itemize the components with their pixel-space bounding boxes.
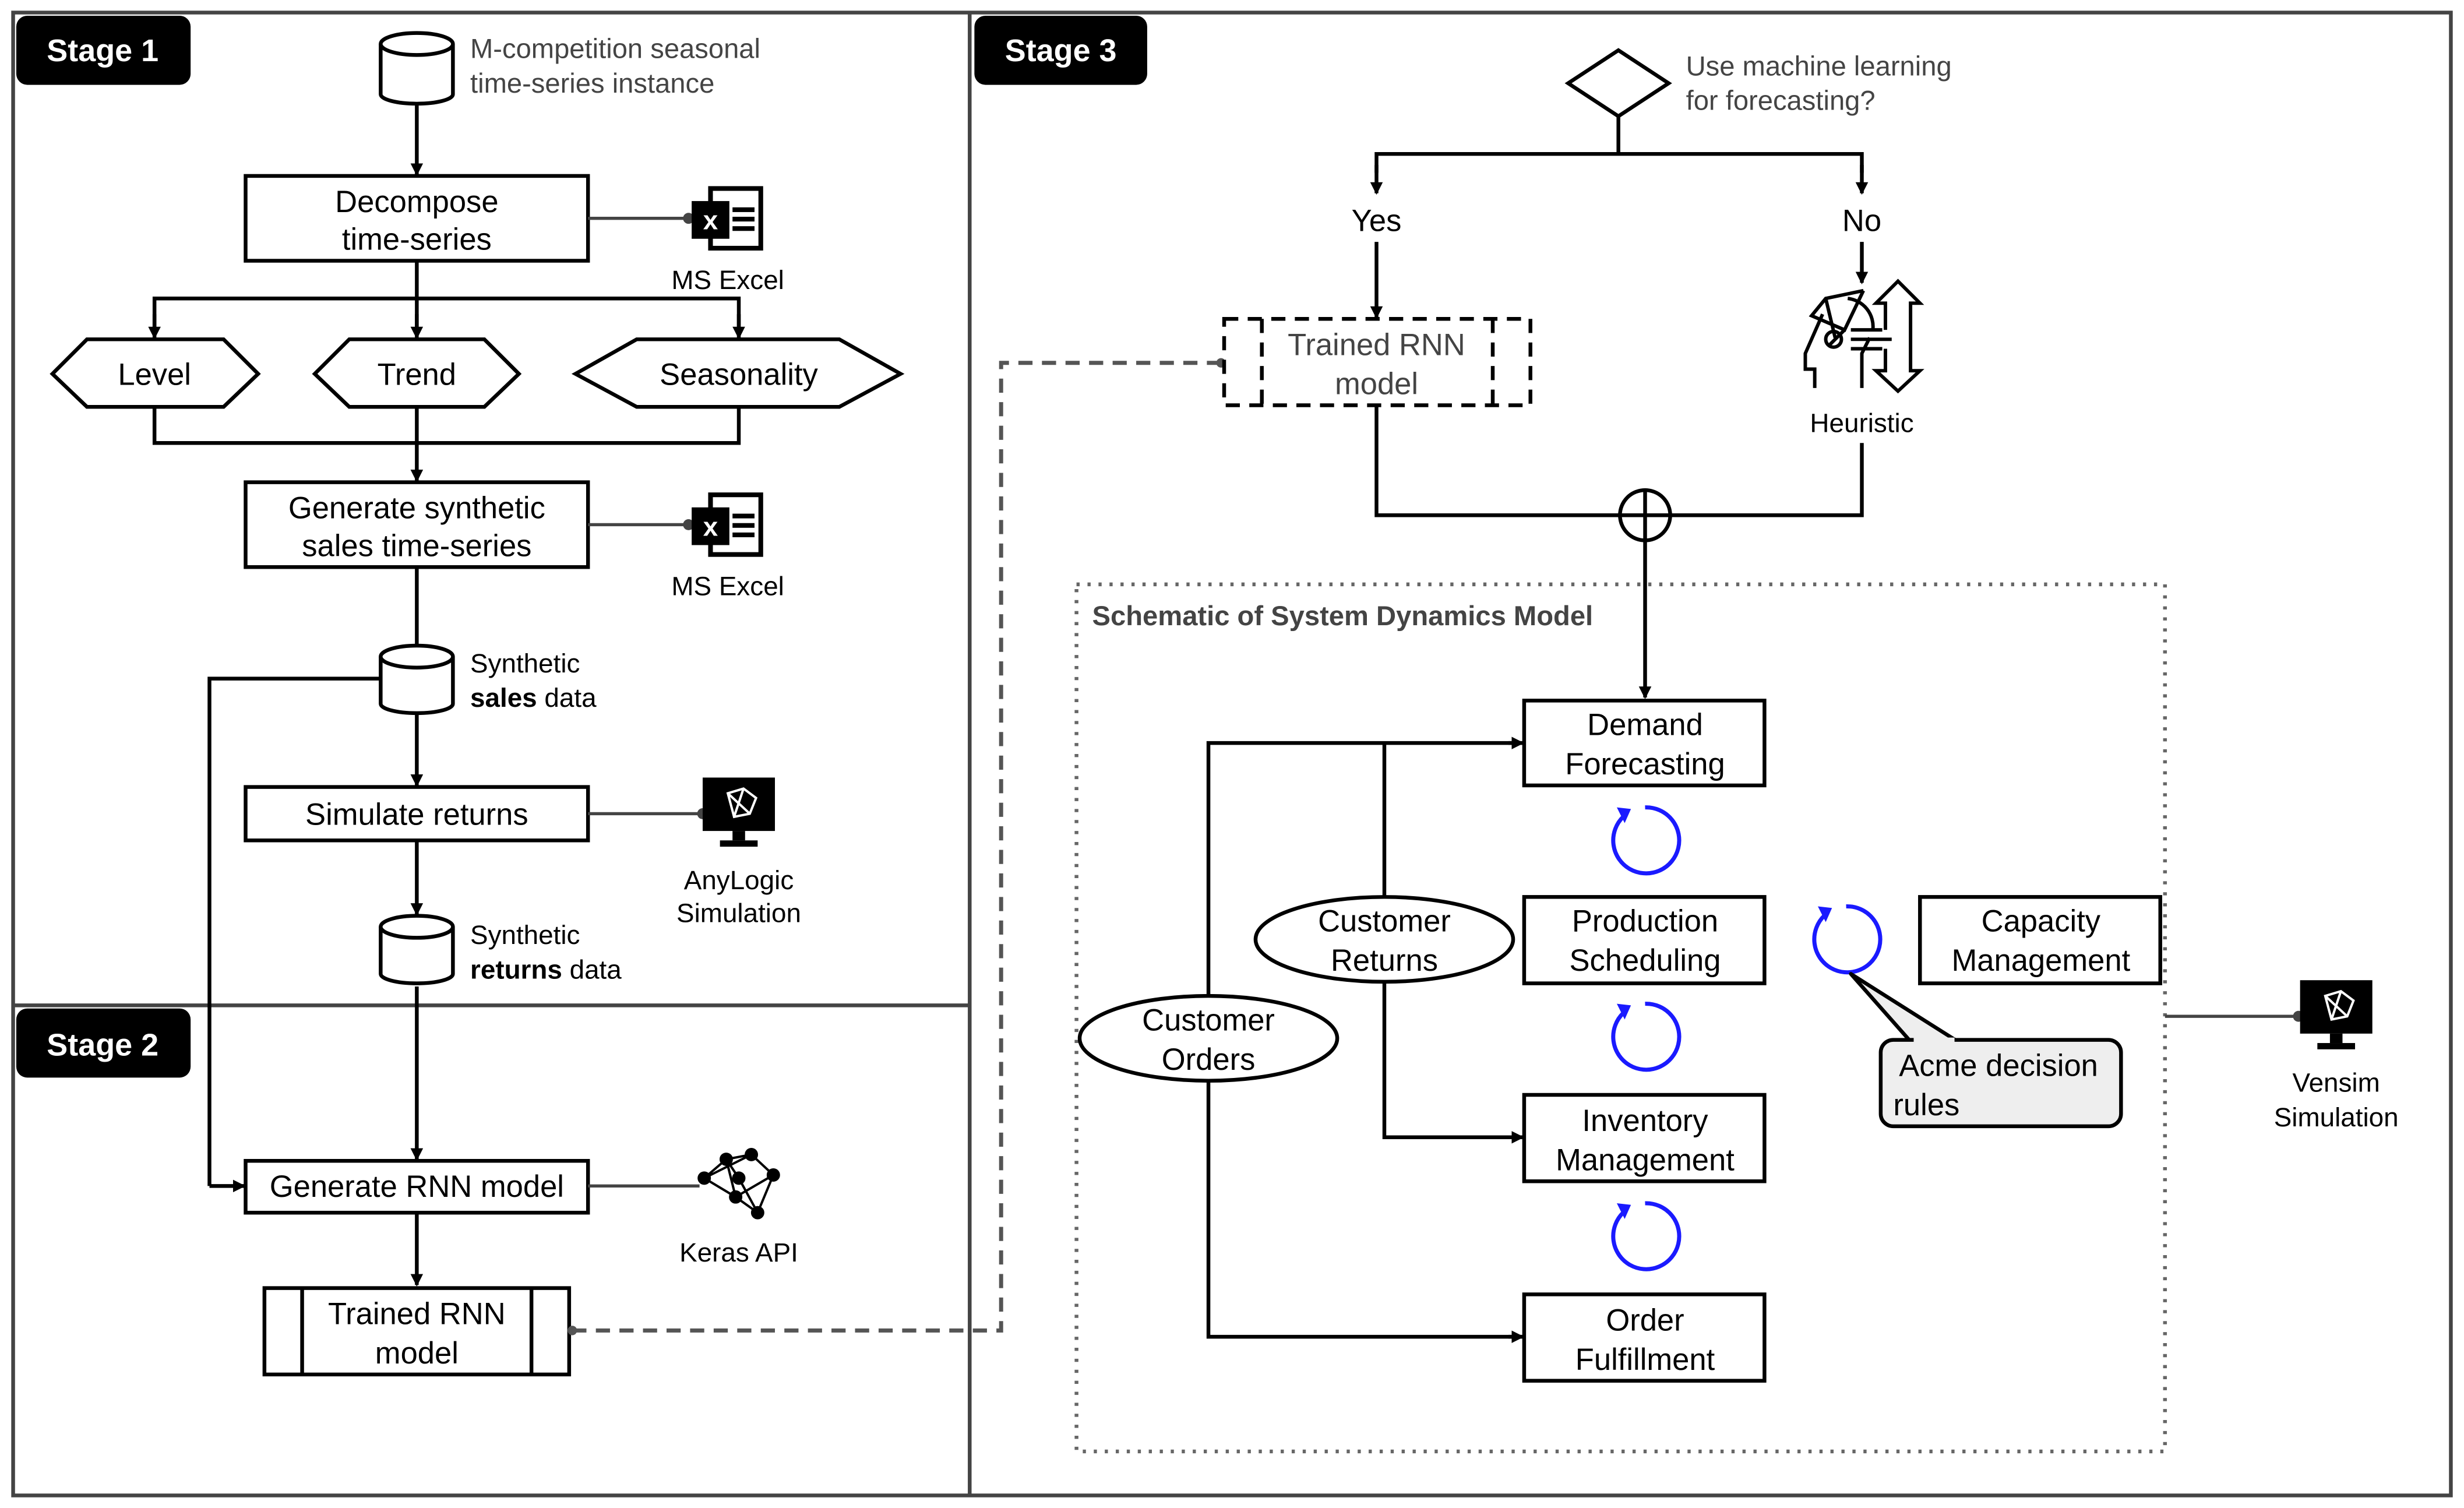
svg-text:Stage 3: Stage 3: [1005, 33, 1117, 68]
trained-rnn-model-box: Trained RNN model: [262, 1286, 572, 1377]
svg-text:Returns: Returns: [1331, 943, 1438, 978]
svg-text:Inventory: Inventory: [1582, 1104, 1708, 1138]
svg-text:Customer: Customer: [1142, 1003, 1275, 1037]
svg-text:Management: Management: [1951, 943, 2130, 978]
source-database-icon: [379, 31, 455, 106]
stage3-badge: Stage 3: [974, 15, 1147, 85]
returns-data-label-1: Synthetic: [470, 920, 580, 950]
svg-text:Stage 1: Stage 1: [47, 33, 158, 68]
excel-label-2: MS Excel: [671, 572, 784, 601]
yes-label: Yes: [1352, 203, 1402, 238]
svg-text:sales time-series: sales time-series: [302, 528, 531, 563]
svg-text:Generate synthetic: Generate synthetic: [288, 491, 545, 526]
generate-synthetic-box: Generate synthetic sales time-series: [244, 480, 590, 569]
svg-text:Generate RNN model: Generate RNN model: [270, 1169, 564, 1204]
sd-title: Schematic of System Dynamics Model: [1092, 600, 1594, 631]
no-label: No: [1842, 203, 1881, 238]
inventory-management-box: Inventory Management: [1522, 1093, 1767, 1183]
excel-label: MS Excel: [671, 265, 784, 295]
svg-text:Forecasting: Forecasting: [1565, 747, 1725, 781]
svg-text:Decompose: Decompose: [335, 185, 498, 219]
customer-returns-ellipse: Customer Returns: [1253, 895, 1515, 984]
question-label-2: for forecasting?: [1686, 85, 1876, 116]
feedback-loop-icon: [1611, 1201, 1682, 1271]
methodology-diagram: x Stage 1 Stage 3 Stage 2 M-competition …: [11, 10, 2453, 1498]
excel-icon: [692, 189, 761, 248]
level-hexagon: Level: [50, 337, 261, 409]
svg-text:Demand: Demand: [1587, 708, 1703, 742]
generate-rnn-box: Generate RNN model: [244, 1158, 590, 1215]
keras-network-icon: [697, 1147, 780, 1220]
source-label-2: time-series instance: [470, 68, 714, 98]
returns-data-icon: [379, 914, 455, 985]
acme-decision-rules-callout: Acme decision rules: [1849, 972, 2123, 1129]
svg-text:Simulate returns: Simulate returns: [305, 797, 528, 831]
capacity-management-box: Capacity Management: [1918, 895, 2162, 985]
feedback-loop-icon: [1812, 904, 1883, 975]
svg-text:Trend: Trend: [378, 357, 456, 392]
svg-text:Management: Management: [1556, 1143, 1735, 1177]
excel-icon-2: [692, 495, 761, 554]
production-scheduling-box: Production Scheduling: [1522, 895, 1767, 985]
svg-text:time-series: time-series: [342, 223, 492, 257]
svg-text:Scheduling: Scheduling: [1569, 943, 1721, 978]
anylogic-label-2: Simulation: [676, 898, 801, 928]
stage1-badge: Stage 1: [16, 15, 191, 85]
demand-forecasting-box: Demand Forecasting: [1522, 699, 1767, 788]
merge-circle-plus-icon: [1618, 488, 1672, 542]
vensim-label-2: Simulation: [2274, 1102, 2399, 1132]
returns-data-label-2: returns data: [470, 955, 622, 985]
feedback-loop-icon: [1611, 805, 1682, 876]
keras-label: Keras API: [679, 1238, 798, 1267]
question-label-1: Use machine learning: [1686, 50, 1952, 81]
svg-text:Level: Level: [118, 357, 191, 392]
customer-orders-ellipse: Customer Orders: [1077, 993, 1339, 1083]
svg-text:Stage 2: Stage 2: [47, 1028, 158, 1063]
seasonality-hexagon: Seasonality: [571, 337, 905, 409]
svg-text:Customer: Customer: [1318, 904, 1451, 939]
svg-text:Acme decision: Acme decision: [1899, 1049, 2098, 1083]
trend-hexagon: Trend: [312, 337, 522, 409]
heuristic-head-icon: [1803, 279, 1924, 394]
trained-rnn-dashed-box: Trained RNN model: [1222, 317, 1532, 407]
source-label-1: M-competition seasonal: [470, 33, 760, 64]
svg-text:Production: Production: [1572, 904, 1718, 939]
simulate-returns-box: Simulate returns: [244, 785, 590, 843]
sales-data-label-1: Synthetic: [470, 649, 580, 678]
svg-text:Trained RNN: Trained RNN: [1288, 327, 1465, 362]
sales-data-label-2: sales data: [470, 683, 597, 713]
anylogic-label-1: AnyLogic: [684, 865, 794, 895]
vensim-label-1: Vensim: [2293, 1068, 2380, 1098]
svg-text:Order: Order: [1606, 1303, 1684, 1337]
svg-text:Trained RNN: Trained RNN: [328, 1297, 506, 1331]
svg-text:Fulfillment: Fulfillment: [1575, 1343, 1715, 1377]
feedback-loop-icon: [1611, 1002, 1682, 1072]
decision-diamond: [1564, 48, 1672, 119]
svg-text:model: model: [375, 1336, 459, 1370]
decompose-box: Decompose time-series: [244, 174, 590, 263]
svg-text:Seasonality: Seasonality: [660, 357, 818, 392]
svg-text:model: model: [1335, 367, 1418, 401]
sales-data-icon: [379, 643, 455, 716]
svg-text:Orders: Orders: [1162, 1042, 1256, 1077]
vensim-monitor-icon: [2300, 980, 2373, 1049]
anylogic-monitor-icon: [703, 777, 775, 847]
order-fulfillment-box: Order Fulfillment: [1522, 1292, 1767, 1383]
svg-text:Capacity: Capacity: [1982, 904, 2101, 939]
stage2-badge: Stage 2: [16, 1008, 191, 1078]
heuristic-label: Heuristic: [1810, 408, 1913, 438]
svg-text:rules: rules: [1893, 1088, 1959, 1122]
